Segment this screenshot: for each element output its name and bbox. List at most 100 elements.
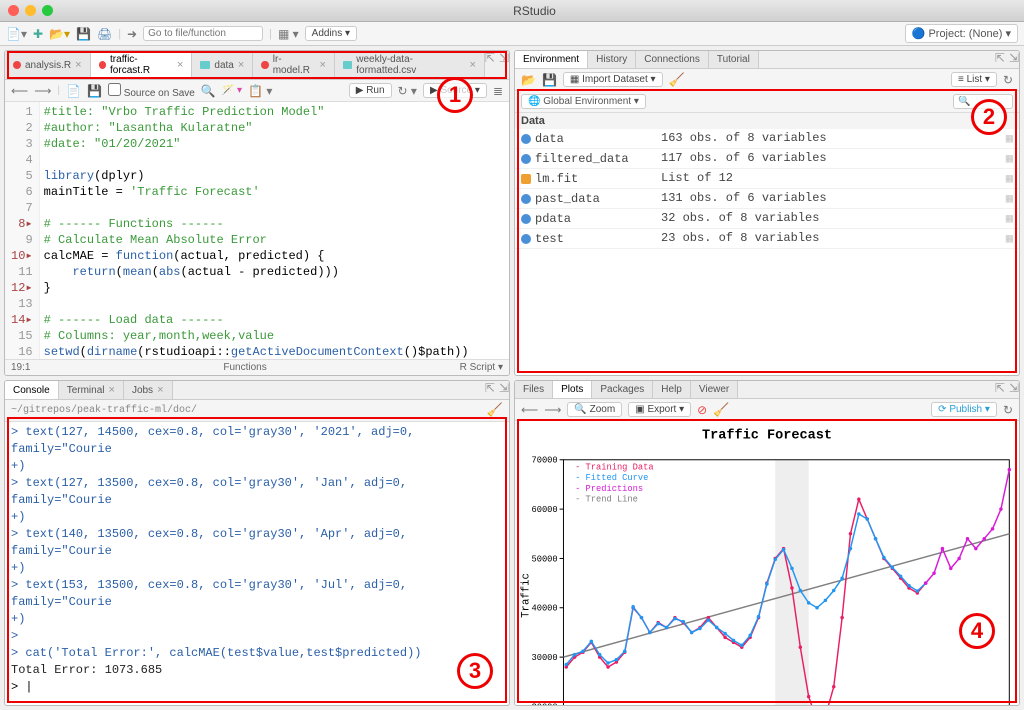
report-icon[interactable]: 📋 ▾	[248, 84, 272, 98]
main-toolbar: 📄▾ ✚ 📂▾ 💾 🖨 | ➜ | ▦ ▾ Addins ▾ 🔵 Project…	[0, 22, 1024, 46]
window-controls[interactable]	[8, 5, 53, 16]
tab-tutorial[interactable]: Tutorial	[709, 51, 759, 68]
minimize-window[interactable]	[25, 5, 36, 16]
show-doc-icon[interactable]: 📄	[66, 84, 81, 98]
save-workspace-icon[interactable]: 💾	[542, 73, 557, 87]
environment-pane: 2 Environment History Connections Tutori…	[514, 50, 1020, 376]
tab-packages[interactable]: Packages	[592, 381, 653, 398]
env-scope-bar: 🌐 Global Environment ▾	[515, 91, 1019, 113]
svg-text:- Predictions: - Predictions	[575, 484, 643, 494]
zoom-button[interactable]: 🔍 Zoom	[567, 402, 622, 417]
expand-icon[interactable]: ⇲	[1009, 51, 1019, 68]
tab-analysis[interactable]: analysis.R×	[5, 51, 91, 79]
env-row[interactable]: pdata32 obs. of 8 variables▦	[515, 209, 1019, 229]
import-dataset-button[interactable]: ▦ Import Dataset ▾	[563, 72, 663, 87]
collapse-icon[interactable]: ⇱	[995, 381, 1005, 398]
next-plot-icon[interactable]: ⟶	[544, 403, 561, 417]
clear-plots-icon[interactable]: 🧹	[713, 402, 729, 418]
env-row[interactable]: test23 obs. of 8 variables▦	[515, 229, 1019, 249]
console-pane: 3 Console Terminal× Jobs× ⇱⇲ ~/gitrepos/…	[4, 380, 510, 706]
tab-console[interactable]: Console	[5, 381, 59, 399]
plots-toolbar: ⟵ ⟶ 🔍 Zoom ▣ Export ▾ ⊘ 🧹 ⟳ Publish ▾ ↻	[515, 399, 1019, 421]
maximize-window[interactable]	[42, 5, 53, 16]
svg-text:Traffic Forecast: Traffic Forecast	[702, 428, 832, 443]
tab-weekly-csv[interactable]: weekly-data-formatted.csv×	[335, 51, 485, 79]
env-row[interactable]: lm.fitList of 12▦	[515, 169, 1019, 189]
console-body[interactable]: > text(127, 14500, cex=0.8, col='gray30'…	[5, 422, 509, 705]
back-icon[interactable]: ⟵	[11, 84, 28, 98]
tab-files[interactable]: Files	[515, 381, 553, 398]
svg-text:20000: 20000	[531, 702, 557, 706]
forward-icon[interactable]: ⟶	[34, 84, 51, 98]
console-tabs: Console Terminal× Jobs× ⇱⇲	[5, 381, 509, 400]
publish-button[interactable]: ⟳ Publish ▾	[931, 402, 997, 417]
collapse-icon[interactable]: ⇱	[995, 51, 1005, 68]
refresh-plot-icon[interactable]: ↻	[1003, 403, 1013, 417]
new-file-icon[interactable]: 📄▾	[6, 27, 27, 41]
source-on-save-check[interactable]: Source on Save	[108, 83, 195, 99]
goto-icon[interactable]: ➜	[127, 27, 137, 41]
addins-dropdown[interactable]: Addins ▾	[305, 26, 357, 41]
expand-icon[interactable]: ⇲	[499, 51, 509, 79]
clear-console-icon[interactable]: 🧹	[487, 403, 503, 418]
plot-viewport: Traffic Forecast200003000040000500006000…	[515, 421, 1019, 706]
save-all-icon[interactable]: 🖨	[97, 27, 112, 41]
console-path: ~/gitrepos/peak-traffic-ml/doc/	[11, 405, 197, 416]
clear-env-icon[interactable]: 🧹	[669, 72, 685, 88]
refresh-env-icon[interactable]: ↻	[1003, 73, 1013, 87]
svg-text:Traffic: Traffic	[521, 573, 533, 618]
env-tabs: Environment History Connections Tutorial…	[515, 51, 1019, 69]
export-dropdown[interactable]: ▣ Export ▾	[628, 402, 691, 417]
expand-icon[interactable]: ⇲	[1009, 381, 1019, 398]
remove-plot-icon[interactable]: ⊘	[697, 403, 707, 417]
svg-text:40000: 40000	[531, 604, 557, 614]
code-editor[interactable]: 1 2 3 4 5 6 7 8▸9 10▸11 12▸13 14▸15 16 1…	[5, 102, 509, 359]
env-row[interactable]: filtered_data117 obs. of 6 variables▦	[515, 149, 1019, 169]
run-button[interactable]: ▶ Run	[349, 83, 392, 98]
svg-text:60000: 60000	[531, 505, 557, 515]
collapse-icon[interactable]: ⇱	[485, 51, 495, 79]
env-row[interactable]: data163 obs. of 8 variables▦	[515, 129, 1019, 149]
svg-text:- Training Data: - Training Data	[575, 462, 653, 472]
save-icon[interactable]: 💾	[76, 27, 91, 41]
search-icon[interactable]: 🔍	[201, 84, 216, 98]
grid-icon[interactable]: ▦ ▾	[278, 27, 299, 41]
project-dropdown[interactable]: 🔵 Project: (None) ▾	[905, 24, 1018, 43]
env-section-data: Data	[515, 113, 1019, 129]
close-window[interactable]	[8, 5, 19, 16]
source-pane: 1 analysis.R× traffic-forcast.R× data× l…	[4, 50, 510, 376]
load-workspace-icon[interactable]: 📂	[521, 73, 536, 87]
annotation-3: 3	[457, 653, 493, 689]
prev-plot-icon[interactable]: ⟵	[521, 403, 538, 417]
new-project-icon[interactable]: ✚	[33, 27, 43, 41]
list-view-dropdown[interactable]: ≡ List ▾	[951, 72, 997, 87]
wand-icon[interactable]: 🪄 ▾	[222, 85, 242, 96]
tab-plots[interactable]: Plots	[553, 381, 592, 398]
env-scope-dropdown[interactable]: 🌐 Global Environment ▾	[521, 94, 646, 109]
expand-icon[interactable]: ⇲	[499, 381, 509, 399]
source-tabs: analysis.R× traffic-forcast.R× data× lr-…	[5, 51, 509, 80]
save-source-icon[interactable]: 💾	[87, 84, 102, 98]
goto-file-input[interactable]	[143, 26, 263, 41]
env-list[interactable]: Data data163 obs. of 8 variables▦filtere…	[515, 113, 1019, 375]
outline-icon[interactable]: ≣	[493, 84, 503, 98]
annotation-4: 4	[959, 613, 995, 649]
svg-text:30000: 30000	[531, 653, 557, 663]
tab-data[interactable]: data×	[192, 51, 253, 79]
env-row[interactable]: past_data131 obs. of 6 variables▦	[515, 189, 1019, 209]
annotation-2: 2	[971, 99, 1007, 135]
tab-terminal[interactable]: Terminal×	[59, 381, 124, 399]
svg-text:- Trend Line: - Trend Line	[575, 494, 638, 504]
chart-svg: Traffic Forecast200003000040000500006000…	[515, 421, 1019, 706]
tab-environment[interactable]: Environment	[515, 51, 588, 68]
tab-connections[interactable]: Connections	[636, 51, 709, 68]
tab-jobs[interactable]: Jobs×	[124, 381, 173, 399]
tab-history[interactable]: History	[588, 51, 636, 68]
tab-viewer[interactable]: Viewer	[691, 381, 738, 398]
tab-traffic-forecast[interactable]: traffic-forcast.R×	[91, 51, 193, 79]
open-file-icon[interactable]: 📂▾	[49, 27, 70, 41]
tab-lr-model[interactable]: lr-model.R×	[253, 51, 335, 79]
tab-help[interactable]: Help	[653, 381, 691, 398]
rerun-icon[interactable]: ↻ ▾	[398, 84, 417, 98]
collapse-icon[interactable]: ⇱	[485, 381, 495, 399]
